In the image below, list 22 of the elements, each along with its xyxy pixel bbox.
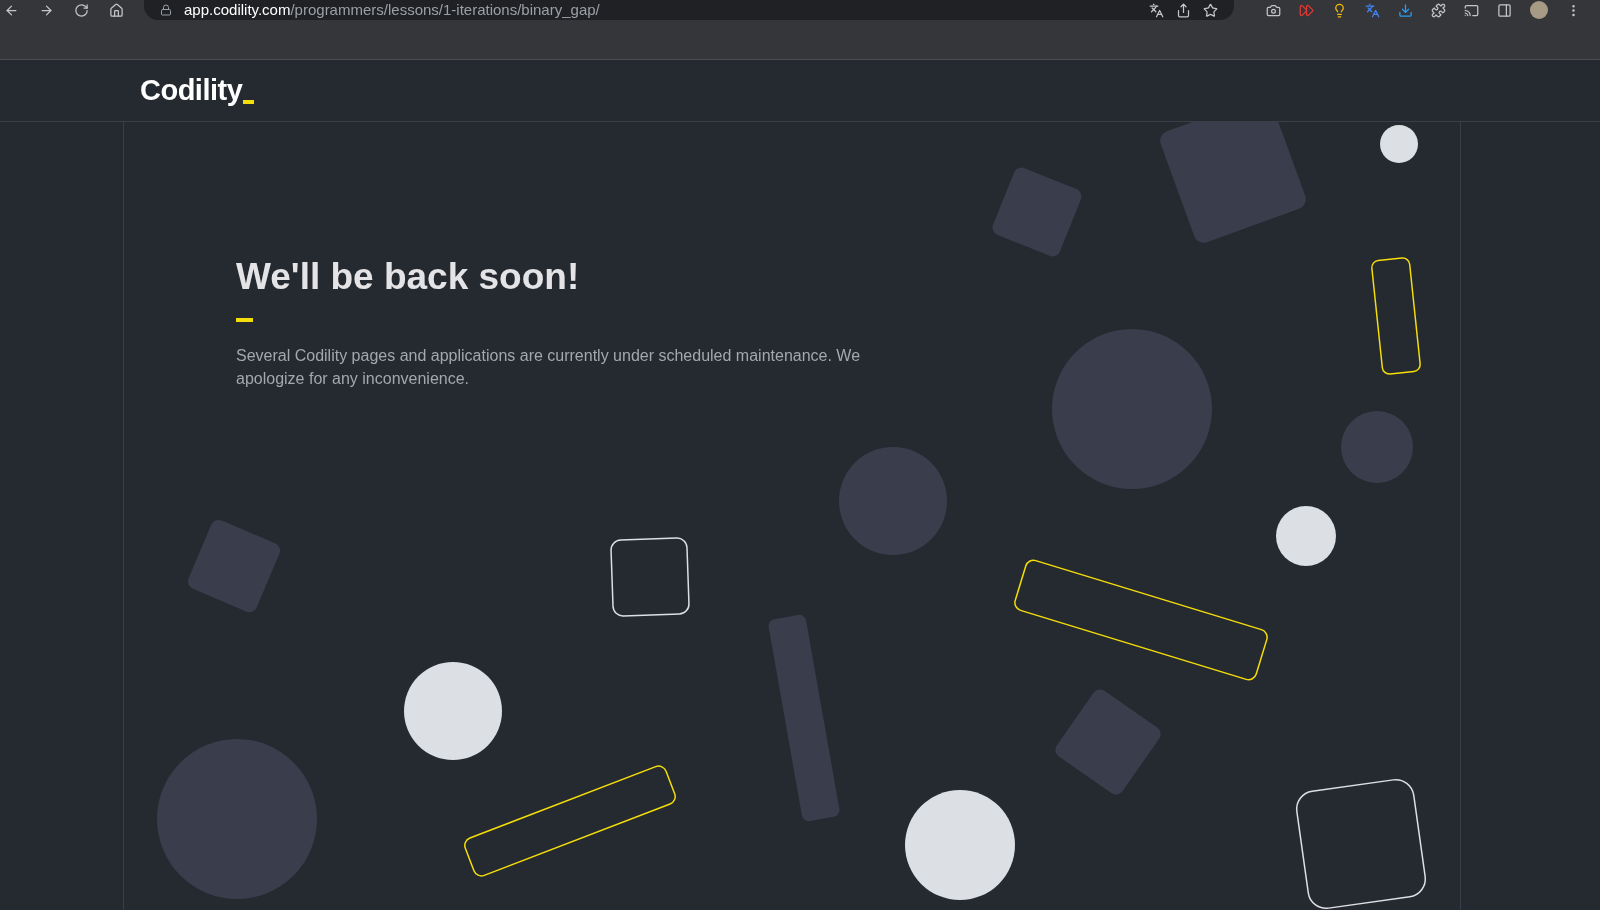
fast-forward-icon[interactable]	[1299, 2, 1314, 18]
url-text: app.codility.com/programmers/lessons/1-iterations/binary_gap/	[184, 0, 600, 20]
address-bar[interactable]: app.codility.com/programmers/lessons/1-iterations/binary_gap/	[144, 0, 1234, 20]
back-icon[interactable]	[4, 2, 19, 18]
forward-icon[interactable]	[39, 2, 54, 18]
accent-bar	[236, 318, 253, 323]
logo[interactable]: Codility	[140, 76, 255, 105]
share-icon[interactable]	[1176, 2, 1191, 18]
lightbulb-icon[interactable]	[1332, 2, 1347, 18]
reload-icon[interactable]	[74, 2, 89, 18]
maintenance-message: Several Codility pages and applications are currently under scheduled maintenance. We apologize for any inconvenience.	[236, 346, 862, 390]
camera-icon[interactable]	[1266, 2, 1281, 18]
page-title: We'll be back soon!	[236, 255, 581, 299]
home-icon[interactable]	[109, 2, 124, 18]
side-panel-icon[interactable]	[1497, 2, 1512, 18]
cast-icon[interactable]	[1464, 2, 1479, 18]
download-icon[interactable]	[1398, 2, 1413, 18]
puzzle-icon[interactable]	[1431, 2, 1446, 18]
translate-icon[interactable]	[1149, 2, 1164, 18]
star-icon[interactable]	[1203, 2, 1218, 18]
lock-icon	[160, 4, 172, 16]
avatar[interactable]	[1530, 1, 1548, 19]
